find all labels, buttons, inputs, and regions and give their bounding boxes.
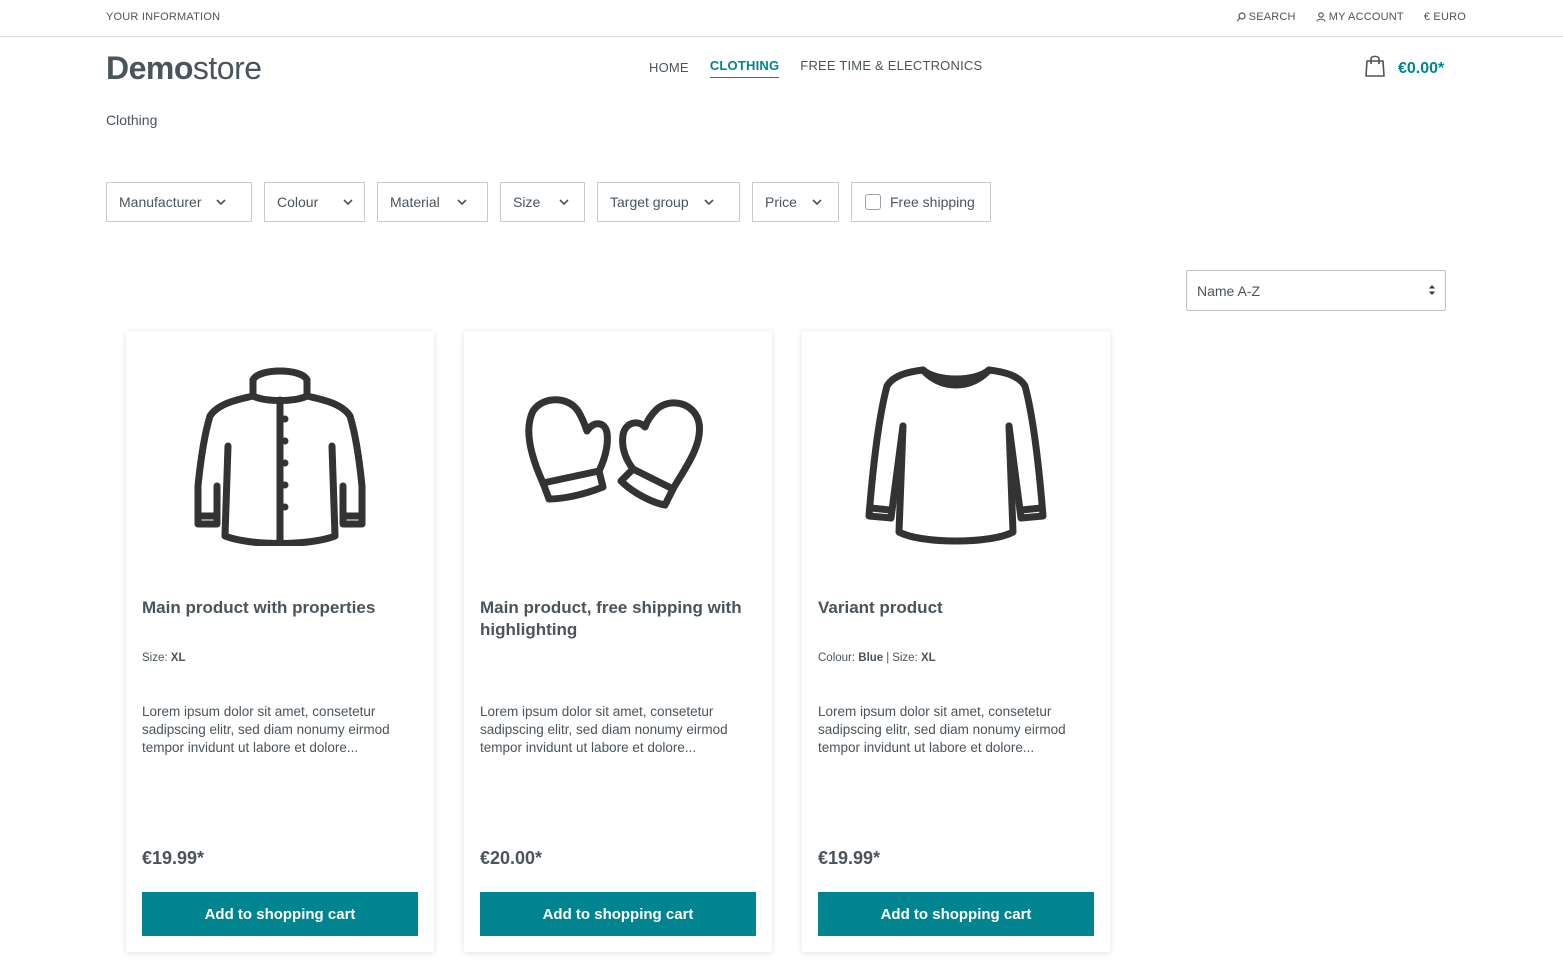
product-image[interactable] [464,331,772,571]
free-shipping-checkbox[interactable] [865,194,881,210]
chevron-down-icon [456,198,468,206]
product-image[interactable] [802,331,1110,571]
sort-selected-value: Name A-Z [1197,282,1261,299]
add-to-cart-button[interactable]: Add to shopping cart [480,892,756,936]
store-logo[interactable]: Demostore [106,50,262,87]
filter-label: Material [390,194,440,210]
product-listing: Main product with properties Size: XL Lo… [126,331,1110,952]
currency-selector[interactable]: € EURO [1424,11,1466,23]
my-account-menu[interactable]: MY ACCOUNT [1316,11,1404,23]
search-toggle[interactable]: SEARCH [1236,11,1296,23]
search-icon [1236,12,1246,22]
top-bar-actions: SEARCH MY ACCOUNT € EURO [1236,11,1466,23]
search-label: SEARCH [1248,11,1296,23]
product-description: Lorem ipsum dolor sit amet, consetetur s… [818,704,1066,755]
filter-label: Price [765,194,797,210]
chevron-down-icon [342,198,354,206]
jacket-icon [194,367,366,546]
user-icon [1316,12,1326,22]
filter-label: Size [513,194,541,210]
filter-material[interactable]: Material [377,182,488,222]
product-card: Main product with properties Size: XL Lo… [126,331,434,952]
sort-select[interactable]: Name A-Z [1186,270,1446,311]
product-card: Main product, free shipping with highlig… [464,331,772,952]
add-to-cart-button[interactable]: Add to shopping cart [142,892,418,936]
product-card: Variant product Colour: Blue | Size: XL Lo… [802,331,1110,952]
chevron-down-icon [558,198,570,206]
filter-free-shipping[interactable]: Free shipping [851,182,991,222]
property-label: Colour: [818,652,856,664]
nav-item-home[interactable]: HOME [649,60,689,78]
product-properties: Size: XL [142,652,185,664]
property-label: Size: [892,652,918,664]
cart-amount: €0.00* [1398,59,1445,77]
property-value: Blue [858,652,884,664]
filter-manufacturer[interactable]: Manufacturer [106,182,252,222]
currency-label: € EURO [1423,11,1466,23]
chevron-down-icon [703,198,715,206]
nav-item-free-time-electronics[interactable]: FREE TIME & ELECTRONICS [800,58,982,78]
filter-price[interactable]: Price [752,182,839,222]
product-description: Lorem ipsum dolor sit amet, consetetur s… [480,704,728,755]
product-title[interactable]: Main product, free shipping with highlig… [480,597,760,641]
logo-bold-text: Demo [106,50,193,86]
filter-label: Free shipping [890,194,975,210]
product-price: €20.00* [480,848,543,868]
main-navigation: HOME CLOTHING FREE TIME & ELECTRONICS [649,58,982,78]
filter-colour[interactable]: Colour [264,182,365,222]
product-price: €19.99* [142,848,205,868]
sweater-icon [865,366,1047,545]
product-image[interactable] [126,331,434,571]
logo-light-text: store [192,50,262,86]
filter-panel: Manufacturer Colour Material Size Target… [106,182,991,222]
filter-size[interactable]: Size [500,182,585,222]
property-separator: | [886,652,890,664]
property-value: XL [170,652,186,664]
filter-label: Colour [277,194,319,210]
product-properties: Colour: Blue | Size: XL [818,652,936,664]
filter-label: Manufacturer [119,194,202,210]
top-bar: YOUR INFORMATION SEARCH MY ACCOUNT € EUR… [0,0,1563,37]
product-description: Lorem ipsum dolor sit amet, consetetur s… [142,704,390,755]
product-title[interactable]: Variant product [818,597,1098,619]
shopping-bag-icon [1364,54,1386,83]
filter-target-group[interactable]: Target group [597,182,740,222]
sort-arrows-icon [1428,283,1436,300]
property-value: XL [920,652,936,664]
product-price: €19.99* [818,848,881,868]
product-title[interactable]: Main product with properties [142,597,422,619]
mittens-icon [525,396,703,509]
chevron-down-icon [215,198,227,206]
breadcrumb[interactable]: Clothing [106,112,157,128]
nav-item-clothing[interactable]: CLOTHING [709,58,780,78]
my-account-label: MY ACCOUNT [1328,11,1404,23]
your-information-link[interactable]: YOUR INFORMATION [106,11,220,23]
add-to-cart-button[interactable]: Add to shopping cart [818,892,1094,936]
chevron-down-icon [811,198,823,206]
cart-button[interactable]: €0.00* [1364,54,1444,83]
filter-label: Target group [610,194,689,210]
property-label: Size: [142,652,168,664]
